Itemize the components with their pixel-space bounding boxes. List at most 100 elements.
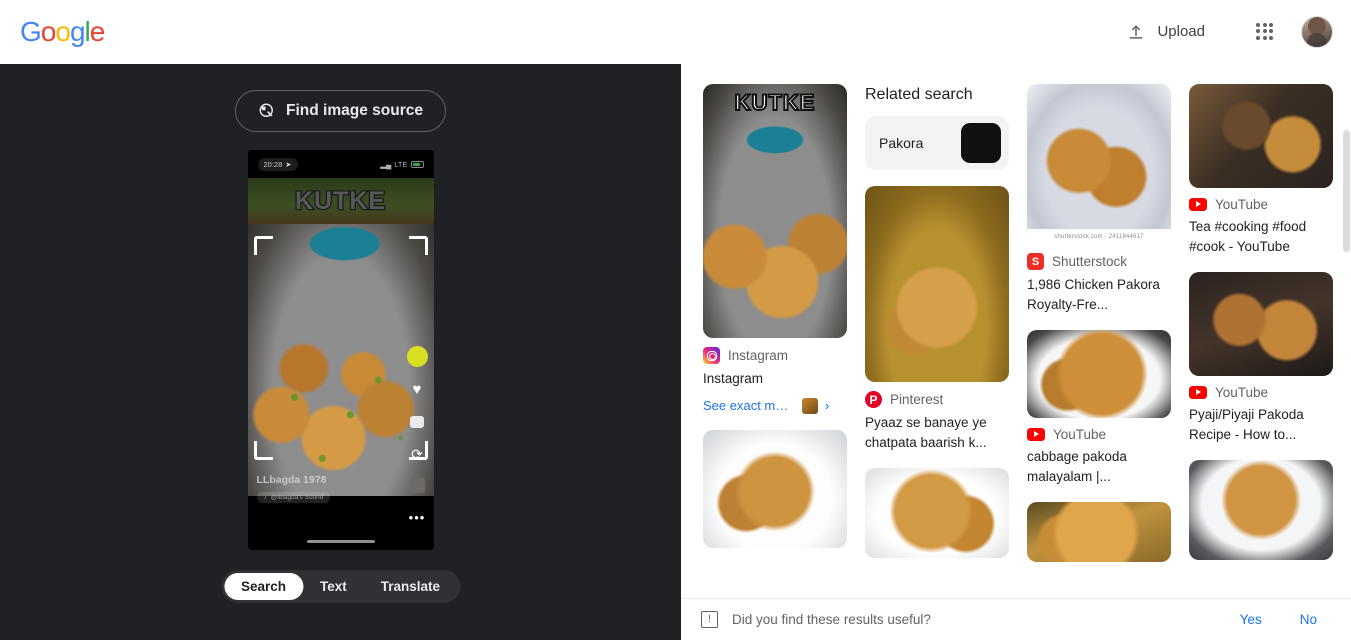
phone-sound-chip: ♪ @llbagda's Sound xyxy=(256,492,331,503)
result-card[interactable]: KUTKE Instagram Instagram See exact matc… xyxy=(703,84,847,414)
image-preview-panel: Find image source 20:28 ➤ ▂▄ LTE KUTKE ♥… xyxy=(0,64,681,640)
results-scroll-area[interactable]: KUTKE Instagram Instagram See exact matc… xyxy=(681,64,1351,598)
result-thumbnail[interactable] xyxy=(1027,502,1171,563)
related-chip-thumbnail xyxy=(961,123,1001,163)
phone-status-right: ▂▄ LTE xyxy=(380,159,424,169)
upload-icon xyxy=(1129,24,1144,39)
results-scrollbar[interactable] xyxy=(1343,130,1350,630)
feedback-icon xyxy=(701,611,718,628)
shutterstock-watermark: shutterstock.com · 2411844617 xyxy=(1027,229,1171,244)
more-icon[interactable]: ••• xyxy=(408,508,427,527)
logo-letter: e xyxy=(89,15,106,47)
youtube-icon xyxy=(1189,386,1207,400)
result-source-row: Shutterstock xyxy=(1027,253,1171,270)
result-thumbnail[interactable] xyxy=(1189,460,1333,561)
result-source-name: YouTube xyxy=(1053,427,1107,443)
result-source-name: Shutterstock xyxy=(1052,254,1128,269)
signal-icon: ▂▄ xyxy=(380,159,392,169)
result-thumbnail[interactable]: shutterstock.com · 2411844617 xyxy=(1027,84,1171,244)
result-thumbnail[interactable] xyxy=(1027,330,1171,419)
result-thumbnail[interactable] xyxy=(865,468,1009,559)
heart-icon[interactable]: ♥ xyxy=(408,380,427,399)
feedback-no-button[interactable]: No xyxy=(1288,606,1329,633)
see-exact-match-label: See exact matc... xyxy=(703,398,795,414)
app-header: Google Upload xyxy=(0,0,1351,64)
result-card[interactable]: shutterstock.com · 2411844617 Shuttersto… xyxy=(1027,84,1171,314)
upload-button[interactable]: Upload xyxy=(1116,14,1215,50)
result-card[interactable] xyxy=(703,429,847,548)
result-title[interactable]: 1,986 Chicken Pakora Royalty-Fre... xyxy=(1027,275,1171,314)
logo-letter: G xyxy=(20,15,42,47)
result-title[interactable]: Tea #cooking #food #cook - YouTube xyxy=(1189,217,1333,256)
image-search-icon xyxy=(259,103,273,117)
result-title[interactable]: cabbage pakoda malayalam |... xyxy=(1027,447,1171,486)
tab-translate[interactable]: Translate xyxy=(364,573,457,600)
result-source-row: P Pinterest xyxy=(865,391,1009,408)
results-column-4: YouTube Tea #cooking #food #cook - YouTu… xyxy=(1189,84,1333,561)
result-card[interactable]: YouTube Pyaji/Piyaji Pakoda Recipe - How… xyxy=(1189,272,1333,444)
result-card[interactable]: YouTube cabbage pakoda malayalam |... xyxy=(1027,330,1171,486)
location-arrow-icon: ➤ xyxy=(285,159,292,169)
result-title[interactable]: Pyaaz se banaye ye chatpata baarish k... xyxy=(865,413,1009,452)
user-avatar[interactable] xyxy=(1301,15,1333,48)
result-thumbnail[interactable] xyxy=(865,186,1009,382)
result-source-name: Instagram xyxy=(728,348,789,363)
overlay-word: KUTKE xyxy=(294,185,387,216)
related-search-chip-pakora[interactable]: Pakora xyxy=(865,116,1009,170)
thumbnail-overlay-word: KUTKE xyxy=(734,89,816,116)
image-stage: 20:28 ➤ ▂▄ LTE KUTKE ♥ ⟳ ••• LLbagda 197… xyxy=(247,150,434,550)
phone-sound-label: @llbagda's Sound xyxy=(270,494,324,501)
youtube-icon xyxy=(1189,198,1207,211)
tab-text[interactable]: Text xyxy=(303,573,364,600)
result-card[interactable] xyxy=(1189,460,1333,561)
result-thumbnail[interactable] xyxy=(1189,272,1333,377)
results-column-3: shutterstock.com · 2411844617 Shuttersto… xyxy=(1027,84,1171,563)
google-lens-page: Google Upload Find image source 20:28 ➤ … xyxy=(0,0,1351,640)
result-card[interactable]: P Pinterest Pyaaz se banaye ye chatpata … xyxy=(865,186,1009,452)
result-thumbnail[interactable]: KUTKE xyxy=(703,84,847,338)
results-panel: KUTKE Instagram Instagram See exact matc… xyxy=(681,64,1351,640)
exact-match-thumbnail xyxy=(802,397,818,414)
phone-status-bar: 20:28 ➤ ▂▄ LTE xyxy=(247,150,434,178)
result-card[interactable] xyxy=(865,468,1009,559)
result-title[interactable]: Pyaji/Piyaji Pakoda Recipe - How to... xyxy=(1189,405,1333,444)
related-search-block: Related search Pakora xyxy=(865,84,1009,170)
find-image-source-button[interactable]: Find image source xyxy=(235,90,446,132)
scrollbar-thumb[interactable] xyxy=(1343,130,1350,252)
result-source-row: YouTube xyxy=(1189,197,1333,212)
tab-search[interactable]: Search xyxy=(223,573,303,600)
page-body: Find image source 20:28 ➤ ▂▄ LTE KUTKE ♥… xyxy=(0,64,1351,640)
google-apps-button[interactable] xyxy=(1245,12,1285,52)
see-exact-match-link[interactable]: See exact matc... › xyxy=(703,397,847,414)
share-icon[interactable]: ⟳ xyxy=(408,444,427,463)
google-logo[interactable]: Google xyxy=(20,15,106,48)
upload-label: Upload xyxy=(1157,23,1205,40)
mode-switcher: Search Text Translate xyxy=(220,570,461,603)
query-image[interactable]: 20:28 ➤ ▂▄ LTE KUTKE ♥ ⟳ ••• LLbagda 197… xyxy=(247,150,434,550)
result-source-row: YouTube xyxy=(1027,427,1171,442)
result-source-row: YouTube xyxy=(1189,385,1333,400)
lightbulb-icon[interactable] xyxy=(406,346,428,367)
result-card[interactable] xyxy=(1027,502,1171,563)
result-thumbnail[interactable] xyxy=(703,429,847,548)
result-card[interactable]: YouTube Tea #cooking #food #cook - YouTu… xyxy=(1189,84,1333,256)
pinterest-icon: P xyxy=(865,391,882,408)
phone-overlay-banner: KUTKE xyxy=(247,178,434,224)
logo-letter: o xyxy=(55,15,71,47)
phone-status-time-group: 20:28 ➤ xyxy=(257,157,298,171)
feedback-bar: Did you find these results useful? Yes N… xyxy=(681,598,1351,640)
result-source-name: YouTube xyxy=(1215,385,1269,401)
logo-letter: g xyxy=(69,15,86,47)
result-title[interactable]: Instagram xyxy=(703,369,847,389)
results-grid: KUTKE Instagram Instagram See exact matc… xyxy=(703,84,1333,563)
comment-icon[interactable] xyxy=(408,412,427,431)
logo-letter: o xyxy=(40,15,57,47)
phone-home-indicator xyxy=(306,540,375,543)
instagram-icon xyxy=(703,347,720,364)
result-thumbnail[interactable] xyxy=(1189,84,1333,188)
feedback-yes-button[interactable]: Yes xyxy=(1228,606,1274,633)
shutterstock-icon xyxy=(1027,253,1044,270)
result-source-name: Pinterest xyxy=(890,392,944,407)
youtube-icon xyxy=(1027,428,1045,442)
result-source-row: Instagram xyxy=(703,347,847,364)
